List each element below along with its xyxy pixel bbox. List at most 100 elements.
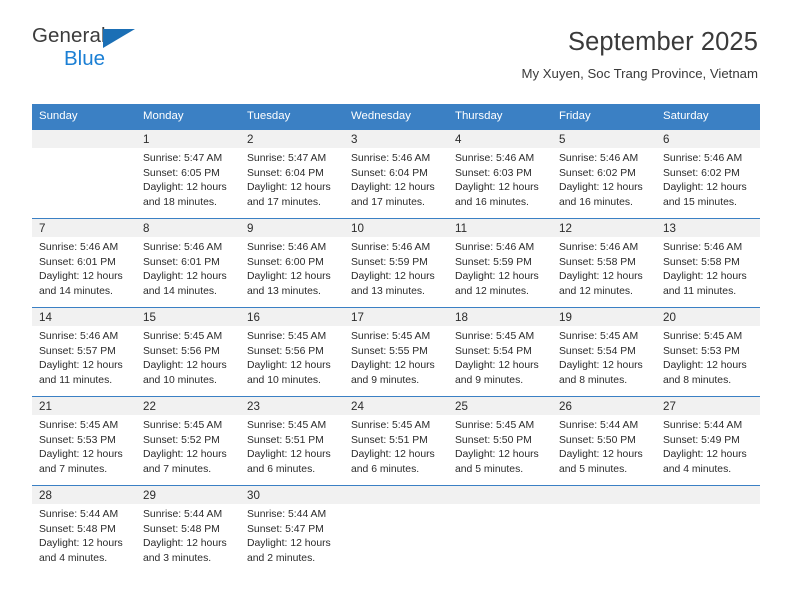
- daylight-text-line1: Daylight: 12 hours: [39, 449, 123, 461]
- calendar-day-cell[interactable]: 12 Sunrise: 5:46 AM Sunset: 5:58 PM Dayligh…: [552, 217, 656, 308]
- day-number: 23: [240, 396, 344, 415]
- day-number: 25: [448, 396, 552, 415]
- calendar-week-row: 14 Sunrise: 5:46 AM Sunset: 5:57 PM Dayligh…: [32, 306, 760, 397]
- calendar-day-cell[interactable]: 24 Sunrise: 5:45 AM Sunset: 5:51 PM Dayligh…: [344, 395, 448, 486]
- sunset-text: Sunset: 5:48 PM: [143, 523, 220, 535]
- sunset-text: Sunset: 6:01 PM: [39, 256, 116, 268]
- sunrise-text: Sunrise: 5:44 AM: [39, 508, 119, 520]
- calendar-day-cell[interactable]: 30 Sunrise: 5:44 AM Sunset: 5:47 PM Dayligh…: [240, 484, 344, 575]
- day-sun-info: Sunrise: 5:44 AM Sunset: 5:50 PM Daylight:…: [552, 415, 656, 478]
- calendar-empty-cell: [656, 484, 760, 575]
- calendar-day-cell[interactable]: 9 Sunrise: 5:46 AM Sunset: 6:00 PM Daylight…: [240, 217, 344, 308]
- weekday-header-friday: Friday: [552, 104, 656, 130]
- daylight-text-line2: and 6 minutes.: [351, 464, 420, 476]
- calendar-day-cell[interactable]: 4 Sunrise: 5:46 AM Sunset: 6:03 PM Daylight…: [448, 128, 552, 219]
- day-number: 22: [136, 396, 240, 415]
- sunset-text: Sunset: 5:50 PM: [455, 434, 532, 446]
- day-number: 17: [344, 307, 448, 326]
- day-number: 7: [32, 218, 136, 237]
- calendar-day-cell[interactable]: 5 Sunrise: 5:46 AM Sunset: 6:02 PM Daylight…: [552, 128, 656, 219]
- calendar-day-cell[interactable]: 7 Sunrise: 5:46 AM Sunset: 6:01 PM Daylight…: [32, 217, 136, 308]
- daylight-text-line2: and 12 minutes.: [455, 286, 529, 298]
- calendar-day-cell[interactable]: 3 Sunrise: 5:46 AM Sunset: 6:04 PM Daylight…: [344, 128, 448, 219]
- sunrise-text: Sunrise: 5:45 AM: [351, 330, 431, 342]
- sunrise-text: Sunrise: 5:44 AM: [143, 508, 223, 520]
- sunrise-text: Sunrise: 5:46 AM: [455, 152, 535, 164]
- logo-triangle-icon: [103, 29, 135, 48]
- daylight-text-line2: and 13 minutes.: [247, 286, 321, 298]
- sunset-text: Sunset: 5:58 PM: [559, 256, 636, 268]
- calendar-day-cell[interactable]: 6 Sunrise: 5:46 AM Sunset: 6:02 PM Daylight…: [656, 128, 760, 219]
- sunset-text: Sunset: 5:52 PM: [143, 434, 220, 446]
- calendar-day-cell[interactable]: 18 Sunrise: 5:45 AM Sunset: 5:54 PM Dayligh…: [448, 306, 552, 397]
- day-number: 20: [656, 307, 760, 326]
- day-sun-info: Sunrise: 5:47 AM Sunset: 6:05 PM Daylight:…: [136, 148, 240, 211]
- calendar-day-cell[interactable]: 17 Sunrise: 5:45 AM Sunset: 5:55 PM Dayligh…: [344, 306, 448, 397]
- sunset-text: Sunset: 5:50 PM: [559, 434, 636, 446]
- day-sun-info: Sunrise: 5:45 AM Sunset: 5:55 PM Daylight:…: [344, 326, 448, 389]
- daylight-text-line1: Daylight: 12 hours: [455, 449, 539, 461]
- day-sun-info: Sunrise: 5:45 AM Sunset: 5:54 PM Daylight:…: [552, 326, 656, 389]
- daylight-text-line1: Daylight: 12 hours: [559, 271, 643, 283]
- calendar-day-cell[interactable]: 14 Sunrise: 5:46 AM Sunset: 5:57 PM Dayligh…: [32, 306, 136, 397]
- sunrise-text: Sunrise: 5:47 AM: [143, 152, 223, 164]
- weekday-header-saturday: Saturday: [656, 104, 760, 130]
- sunrise-text: Sunrise: 5:46 AM: [559, 152, 639, 164]
- daylight-text-line1: Daylight: 12 hours: [663, 182, 747, 194]
- calendar-table: Sunday Monday Tuesday Wednesday Thursday…: [32, 104, 760, 575]
- day-number: 6: [656, 129, 760, 148]
- sunrise-text: Sunrise: 5:46 AM: [559, 241, 639, 253]
- daylight-text-line2: and 8 minutes.: [663, 375, 732, 387]
- page-subtitle: My Xuyen, Soc Trang Province, Vietnam: [521, 65, 758, 81]
- day-number: 9: [240, 218, 344, 237]
- day-sun-info: Sunrise: 5:45 AM Sunset: 5:56 PM Daylight:…: [136, 326, 240, 389]
- calendar-day-cell[interactable]: 28 Sunrise: 5:44 AM Sunset: 5:48 PM Dayligh…: [32, 484, 136, 575]
- calendar-day-cell[interactable]: 11 Sunrise: 5:46 AM Sunset: 5:59 PM Dayligh…: [448, 217, 552, 308]
- daylight-text-line2: and 2 minutes.: [247, 553, 316, 565]
- sunset-text: Sunset: 5:48 PM: [39, 523, 116, 535]
- day-number: 24: [344, 396, 448, 415]
- calendar-day-cell[interactable]: 19 Sunrise: 5:45 AM Sunset: 5:54 PM Dayligh…: [552, 306, 656, 397]
- calendar-day-cell[interactable]: 26 Sunrise: 5:44 AM Sunset: 5:50 PM Dayligh…: [552, 395, 656, 486]
- day-number: 21: [32, 396, 136, 415]
- calendar-day-cell[interactable]: 21 Sunrise: 5:45 AM Sunset: 5:53 PM Dayligh…: [32, 395, 136, 486]
- calendar-body: 1 Sunrise: 5:47 AM Sunset: 6:05 PM Daylight…: [32, 128, 760, 575]
- day-number: 3: [344, 129, 448, 148]
- day-number: 29: [136, 485, 240, 504]
- calendar-day-cell[interactable]: 13 Sunrise: 5:46 AM Sunset: 5:58 PM Dayligh…: [656, 217, 760, 308]
- sunset-text: Sunset: 5:59 PM: [455, 256, 532, 268]
- calendar-day-cell[interactable]: 10 Sunrise: 5:46 AM Sunset: 5:59 PM Dayligh…: [344, 217, 448, 308]
- daylight-text-line1: Daylight: 12 hours: [39, 538, 123, 550]
- sunrise-text: Sunrise: 5:46 AM: [663, 241, 743, 253]
- calendar-day-cell[interactable]: 25 Sunrise: 5:45 AM Sunset: 5:50 PM Dayligh…: [448, 395, 552, 486]
- daylight-text-line2: and 8 minutes.: [559, 375, 628, 387]
- calendar-day-cell[interactable]: 20 Sunrise: 5:45 AM Sunset: 5:53 PM Dayligh…: [656, 306, 760, 397]
- sunrise-text: Sunrise: 5:45 AM: [143, 330, 223, 342]
- calendar-day-cell[interactable]: 15 Sunrise: 5:45 AM Sunset: 5:56 PM Dayligh…: [136, 306, 240, 397]
- calendar-day-cell[interactable]: 29 Sunrise: 5:44 AM Sunset: 5:48 PM Dayligh…: [136, 484, 240, 575]
- calendar-week-row: 21 Sunrise: 5:45 AM Sunset: 5:53 PM Dayligh…: [32, 395, 760, 486]
- calendar-day-cell[interactable]: 22 Sunrise: 5:45 AM Sunset: 5:52 PM Dayligh…: [136, 395, 240, 486]
- day-sun-info: Sunrise: 5:46 AM Sunset: 5:58 PM Daylight:…: [552, 237, 656, 300]
- sunset-text: Sunset: 5:54 PM: [559, 345, 636, 357]
- daylight-text-line1: Daylight: 12 hours: [143, 538, 227, 550]
- daylight-text-line2: and 11 minutes.: [39, 375, 113, 387]
- calendar-week-row: 7 Sunrise: 5:46 AM Sunset: 6:01 PM Daylight…: [32, 217, 760, 308]
- calendar-day-cell[interactable]: 2 Sunrise: 5:47 AM Sunset: 6:04 PM Daylight…: [240, 128, 344, 219]
- calendar-day-cell[interactable]: 23 Sunrise: 5:45 AM Sunset: 5:51 PM Dayligh…: [240, 395, 344, 486]
- day-number: 5: [552, 129, 656, 148]
- page-header: General Blue September 2025 My Xuyen, So…: [0, 0, 792, 86]
- page-title: September 2025: [568, 28, 758, 56]
- day-number: 4: [448, 129, 552, 148]
- daylight-text-line1: Daylight: 12 hours: [247, 182, 331, 194]
- calendar-day-cell[interactable]: 16 Sunrise: 5:45 AM Sunset: 5:56 PM Dayligh…: [240, 306, 344, 397]
- daylight-text-line2: and 16 minutes.: [455, 197, 529, 209]
- daylight-text-line2: and 10 minutes.: [143, 375, 217, 387]
- sunrise-text: Sunrise: 5:45 AM: [247, 419, 327, 431]
- daylight-text-line2: and 9 minutes.: [455, 375, 524, 387]
- sunset-text: Sunset: 6:02 PM: [559, 167, 636, 179]
- sunset-text: Sunset: 6:05 PM: [143, 167, 220, 179]
- calendar-day-cell[interactable]: 8 Sunrise: 5:46 AM Sunset: 6:01 PM Daylight…: [136, 217, 240, 308]
- calendar-day-cell[interactable]: 1 Sunrise: 5:47 AM Sunset: 6:05 PM Daylight…: [136, 128, 240, 219]
- calendar-day-cell[interactable]: 27 Sunrise: 5:44 AM Sunset: 5:49 PM Dayligh…: [656, 395, 760, 486]
